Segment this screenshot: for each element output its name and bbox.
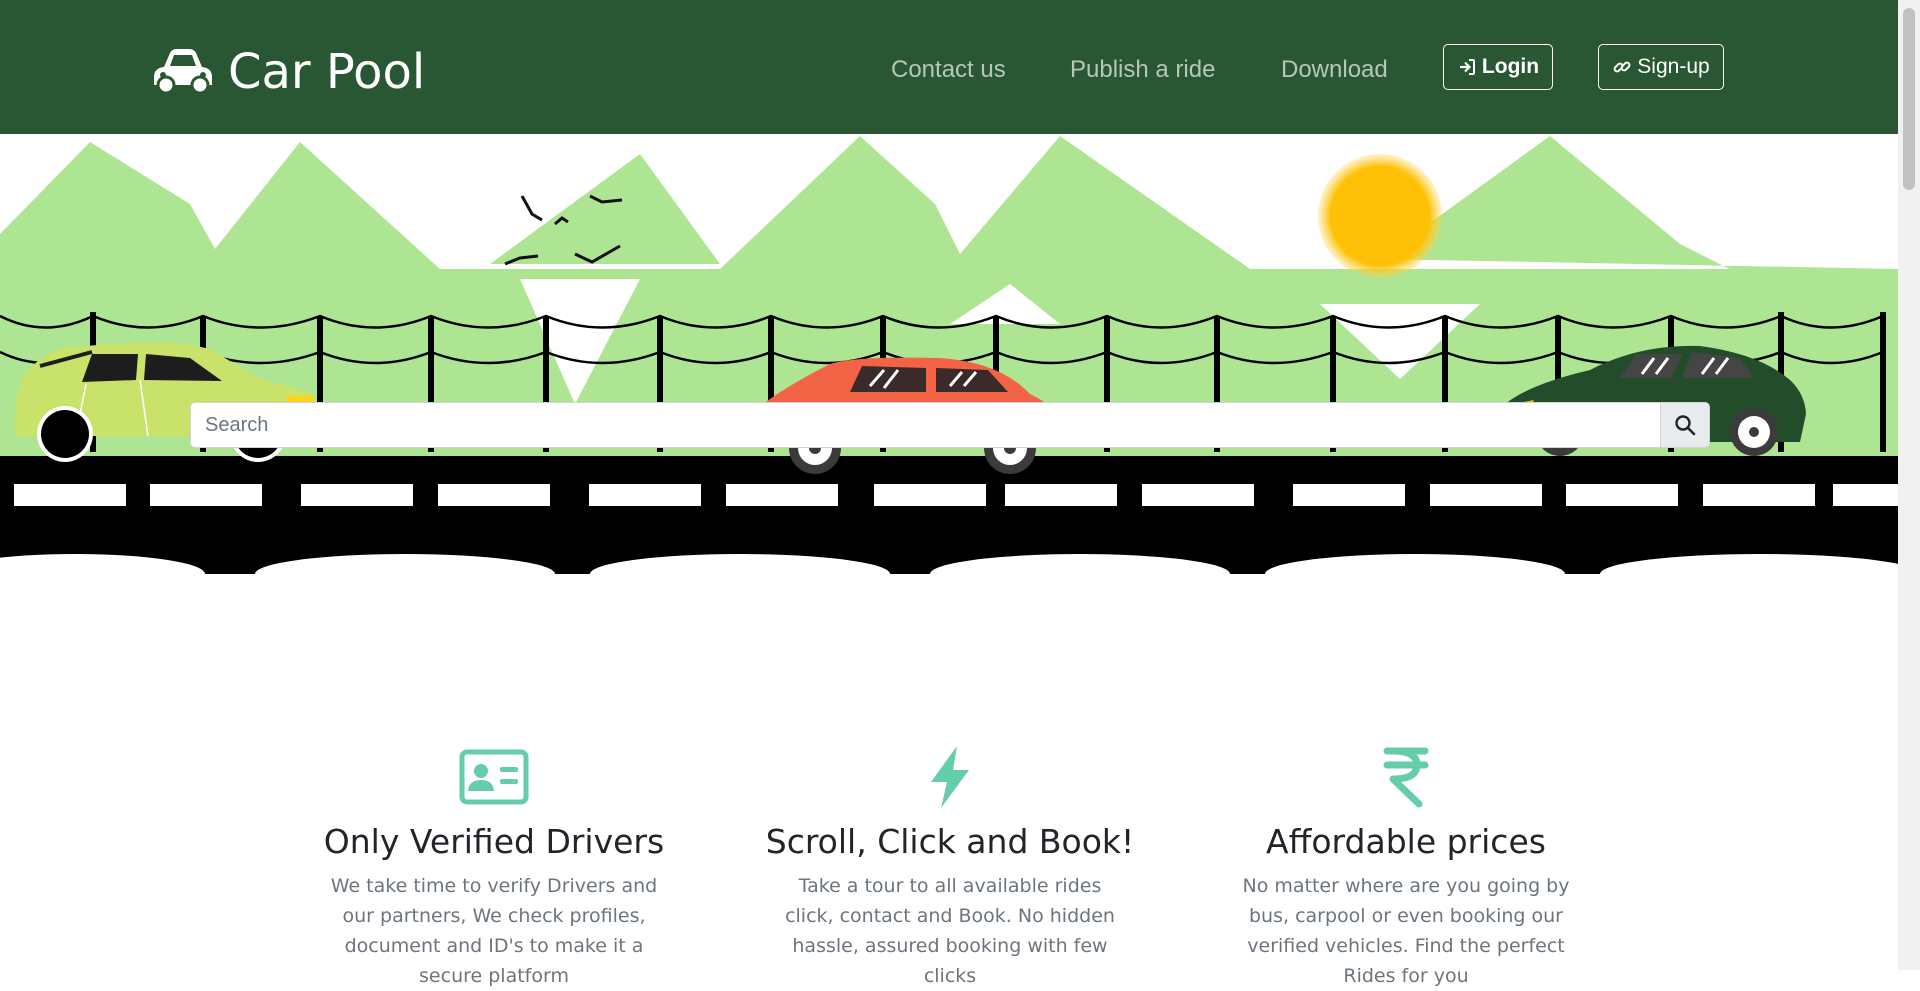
feature-verified-drivers: Only Verified Drivers We take time to ve… — [284, 744, 704, 991]
nav-contact-us[interactable]: Contact us — [891, 56, 1006, 84]
page-scrollbar[interactable] — [1898, 0, 1920, 970]
feature-affordable-prices: Affordable prices No matter where are yo… — [1196, 744, 1616, 991]
id-card-icon — [459, 749, 529, 805]
nav-publish-ride[interactable]: Publish a ride — [1070, 56, 1215, 84]
navbar: Car Pool Contact us Publish a ride Downl… — [0, 0, 1898, 134]
link-icon — [1613, 61, 1631, 73]
brand-link[interactable]: Car Pool — [150, 44, 425, 100]
hero-illustration — [0, 134, 1898, 574]
search-button[interactable] — [1660, 402, 1710, 448]
feature-text: Take a tour to all available rides click… — [785, 875, 1115, 987]
road — [0, 456, 1898, 574]
signup-label: Sign-up — [1637, 55, 1710, 78]
scrollbar-thumb[interactable] — [1903, 8, 1915, 190]
feature-scroll-click-book: Scroll, Click and Book! Take a tour to a… — [740, 744, 1160, 991]
brand-name: Car Pool — [228, 44, 426, 100]
car-icon — [154, 49, 212, 95]
search-icon — [1675, 415, 1696, 436]
nav-download[interactable]: Download — [1281, 56, 1388, 84]
login-label: Login — [1481, 55, 1540, 78]
sign-in-icon — [1459, 59, 1475, 75]
sun — [1318, 154, 1442, 278]
road-scene — [0, 136, 1898, 574]
feature-title: Affordable prices — [1266, 822, 1546, 861]
search-input[interactable] — [190, 402, 1660, 448]
signup-button[interactable]: Sign-up — [1598, 44, 1724, 90]
search-bar — [190, 402, 1710, 448]
feature-text: We take time to verify Drivers and our p… — [330, 875, 658, 987]
login-button[interactable]: Login — [1443, 44, 1553, 90]
feature-text: No matter where are you going by bus, ca… — [1242, 875, 1570, 987]
lightning-icon — [931, 746, 969, 808]
feature-title: Only Verified Drivers — [323, 822, 665, 861]
feature-title: Scroll, Click and Book! — [765, 822, 1135, 861]
rupee-icon — [1383, 747, 1429, 808]
